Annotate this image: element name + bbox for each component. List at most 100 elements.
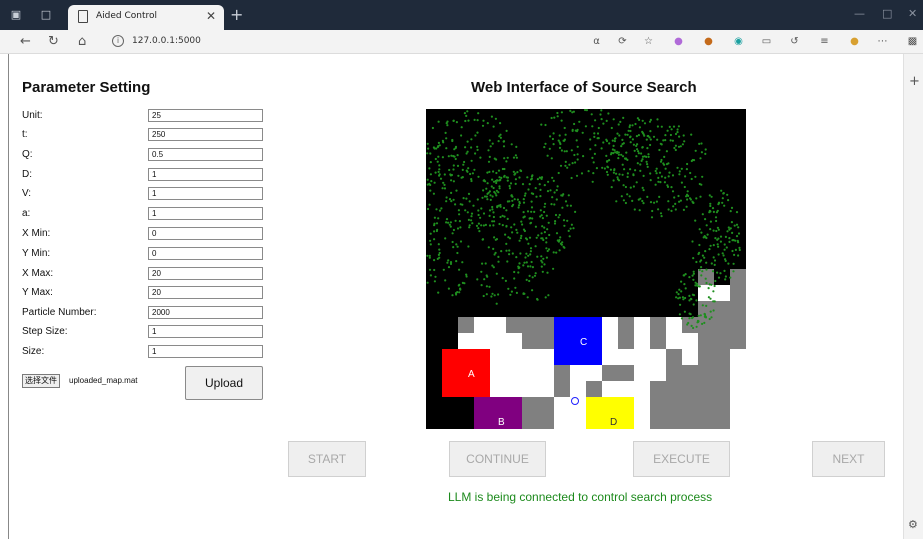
start-button[interactable]: START: [288, 441, 366, 477]
search-map[interactable]: A B C D: [426, 109, 746, 429]
back-icon[interactable]: ←: [20, 34, 31, 49]
tab-actions-icon[interactable]: ▣: [10, 9, 22, 21]
param-input[interactable]: 1: [148, 207, 263, 220]
screen-icon[interactable]: ▭: [761, 36, 772, 47]
particle: [591, 180, 594, 183]
particle: [462, 197, 465, 200]
particle: [506, 260, 509, 263]
particle: [450, 179, 453, 182]
param-input[interactable]: 0: [148, 247, 263, 260]
param-input[interactable]: 1: [148, 325, 263, 338]
profile-icon[interactable]: ●: [849, 36, 860, 47]
particle: [649, 118, 652, 121]
particle: [580, 172, 584, 175]
particle: [495, 194, 498, 197]
particle: [564, 164, 567, 167]
particle: [714, 216, 718, 219]
translate-icon[interactable]: ◉: [733, 36, 744, 47]
particle: [642, 189, 645, 192]
particle: [608, 142, 611, 145]
param-input[interactable]: 20: [148, 267, 263, 280]
particle: [709, 204, 712, 208]
particle: [503, 174, 506, 177]
particle: [531, 217, 534, 220]
param-input[interactable]: 2000: [148, 306, 263, 319]
param-input[interactable]: 0.5: [148, 148, 263, 161]
param-input[interactable]: 250: [148, 128, 263, 141]
particle: [426, 178, 429, 181]
particle: [437, 155, 440, 158]
param-input[interactable]: 1: [148, 187, 263, 200]
particle: [500, 176, 503, 179]
plus-icon[interactable]: +: [230, 5, 243, 24]
execute-button[interactable]: EXECUTE: [633, 441, 730, 477]
cookie-icon[interactable]: ●: [703, 36, 714, 47]
next-button[interactable]: NEXT: [812, 441, 885, 477]
particle: [499, 215, 502, 219]
browser-tab[interactable]: Aided Control ✕: [68, 5, 224, 30]
favorite-icon[interactable]: ☆: [643, 36, 654, 47]
particle: [513, 223, 516, 226]
particle: [505, 176, 508, 179]
shield-icon[interactable]: ↺: [789, 36, 800, 47]
particle: [485, 195, 488, 198]
param-input[interactable]: 20: [148, 286, 263, 299]
collections-icon[interactable]: ≡: [819, 36, 830, 47]
particle: [684, 296, 687, 300]
home-icon[interactable]: ⌂: [78, 34, 86, 49]
particle: [633, 208, 636, 211]
tab-list-icon[interactable]: □: [40, 9, 52, 21]
close-icon[interactable]: ✕: [206, 9, 216, 23]
particle: [508, 200, 511, 203]
more-icon[interactable]: ⋯: [877, 36, 888, 47]
particle: [563, 246, 566, 249]
url-text[interactable]: 127.0.0.1:5000: [132, 36, 201, 46]
particle: [456, 251, 459, 255]
upload-button[interactable]: Upload: [185, 366, 263, 400]
param-input[interactable]: 1: [148, 345, 263, 358]
continue-button[interactable]: CONTINUE: [449, 441, 546, 477]
particle: [529, 250, 532, 253]
particle: [438, 164, 441, 167]
refresh-icon[interactable]: ↻: [48, 34, 59, 49]
particle: [434, 157, 437, 161]
particle: [569, 109, 572, 112]
particle: [734, 239, 737, 242]
particle: [437, 141, 440, 144]
particle: [520, 234, 523, 237]
info-icon[interactable]: i: [112, 35, 124, 47]
particle: [645, 160, 648, 163]
particle: [567, 194, 570, 197]
particle: [433, 230, 436, 233]
particle: [591, 125, 594, 128]
particle: [666, 129, 669, 132]
close-window-icon[interactable]: ✕: [908, 7, 917, 20]
particle: [539, 209, 542, 212]
particle: [622, 184, 625, 187]
extension-icon[interactable]: ⟳: [617, 36, 628, 47]
add-icon[interactable]: +: [909, 74, 920, 89]
particle: [445, 221, 448, 224]
particle: [497, 191, 500, 194]
copilot-icon[interactable]: ●: [673, 36, 684, 47]
particle: [662, 162, 665, 165]
particle: [473, 118, 476, 121]
particle: [721, 252, 724, 255]
particle: [491, 292, 494, 295]
sidebar-toggle-icon[interactable]: ▩: [907, 36, 918, 47]
particle: [456, 164, 460, 167]
settings-icon[interactable]: ⚙: [908, 518, 918, 531]
particle: [653, 201, 656, 204]
particle: [452, 164, 455, 167]
particle: [627, 129, 630, 132]
choose-file-button[interactable]: 选择文件: [22, 374, 60, 388]
particle: [428, 254, 431, 257]
read-aloud-icon[interactable]: α: [591, 36, 602, 47]
param-input[interactable]: 25: [148, 109, 263, 122]
maximize-icon[interactable]: □: [882, 7, 892, 20]
param-input[interactable]: 0: [148, 227, 263, 240]
param-input[interactable]: 1: [148, 168, 263, 181]
minimize-icon[interactable]: —: [854, 7, 865, 20]
particle: [440, 207, 443, 210]
particle: [470, 215, 473, 218]
